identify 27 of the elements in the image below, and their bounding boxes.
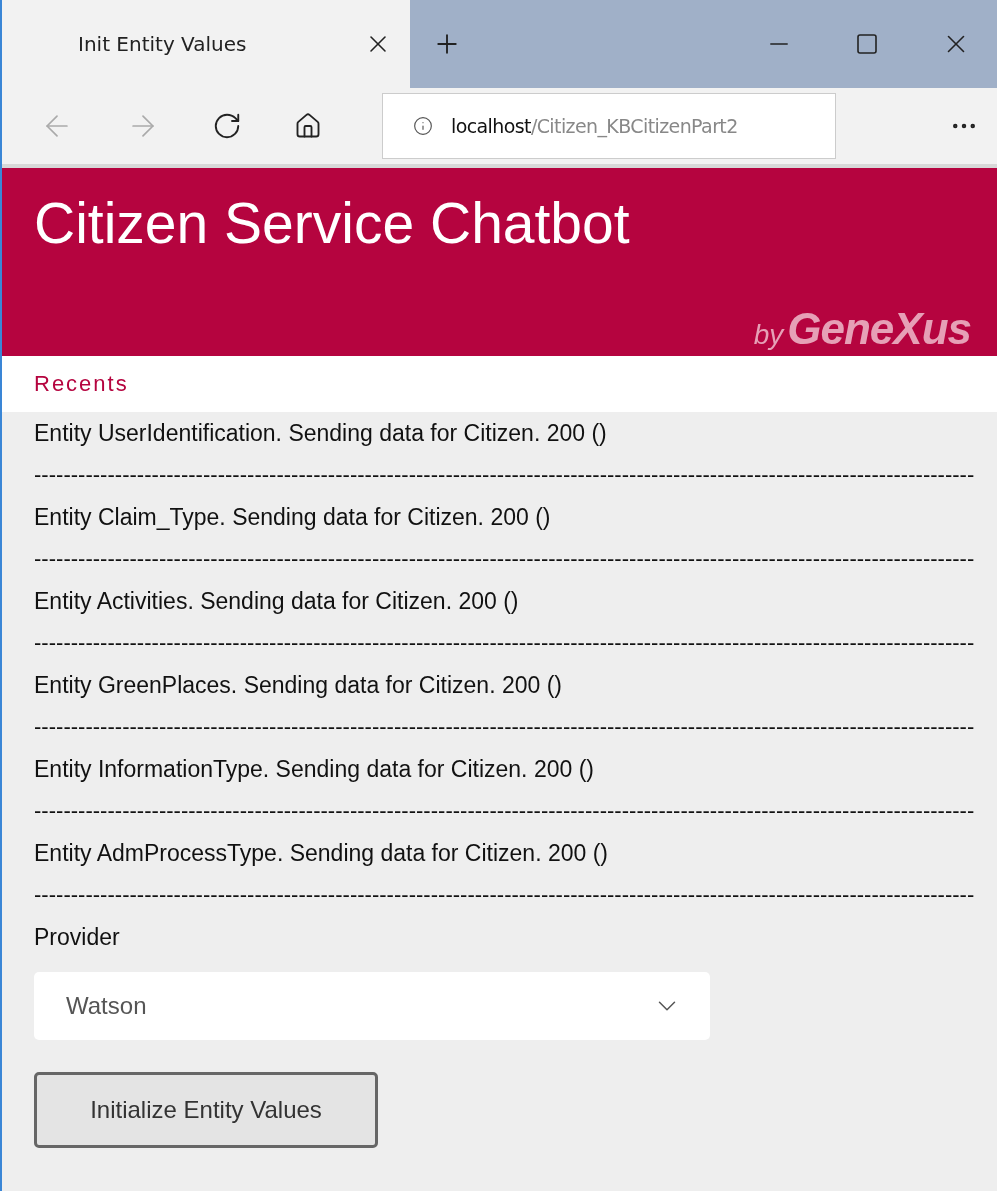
provider-label: Provider [34,923,121,952]
log-line: Entity Claim_Type. Sending data for Citizen. 200 () [34,503,552,532]
log-line: Entity Activities. Sending data for Citizen. 200 () [34,587,520,616]
dash-separator: -------------------------------------------------------------------------------------------------------------------------------- [34,629,976,657]
address-field[interactable]: localhost/Citizen_KBCitizenPart2 [382,93,836,159]
refresh-icon[interactable] [212,111,242,141]
recents-title: Recents [34,371,129,397]
initialize-button[interactable]: Initialize Entity Values [34,1072,378,1148]
info-icon [413,116,433,136]
dash-separator: -------------------------------------------------------------------------------------------------------------------------------- [34,797,976,825]
url-text: localhost/Citizen_KBCitizenPart2 [451,115,738,137]
log-line: Entity UserIdentification. Sending data for Citizen. 200 () [34,419,608,448]
home-icon[interactable] [294,112,322,140]
dash-separator: -------------------------------------------------------------------------------------------------------------------------------- [34,545,976,573]
provider-select[interactable]: Watson [34,972,710,1040]
logo-name: GeneXus [787,304,971,354]
dash-separator: -------------------------------------------------------------------------------------------------------------------------------- [34,461,976,489]
page-title: Citizen Service Chatbot [34,190,631,256]
log-line: Entity InformationType. Sending data for Citizen. 200 () [34,755,595,784]
log-line: Entity AdmProcessType. Sending data for Citizen. 200 () [34,839,609,868]
dash-separator: -------------------------------------------------------------------------------------------------------------------------------- [34,713,976,741]
browser-tab[interactable]: Init Entity Values [2,0,410,88]
maximize-icon[interactable] [855,32,879,56]
dash-separator: -------------------------------------------------------------------------------------------------------------------------------- [34,881,976,909]
log-line: Entity GreenPlaces. Sending data for Citizen. 200 () [34,671,563,700]
logo-by: by [753,319,784,351]
tab-title: Init Entity Values [78,32,247,56]
